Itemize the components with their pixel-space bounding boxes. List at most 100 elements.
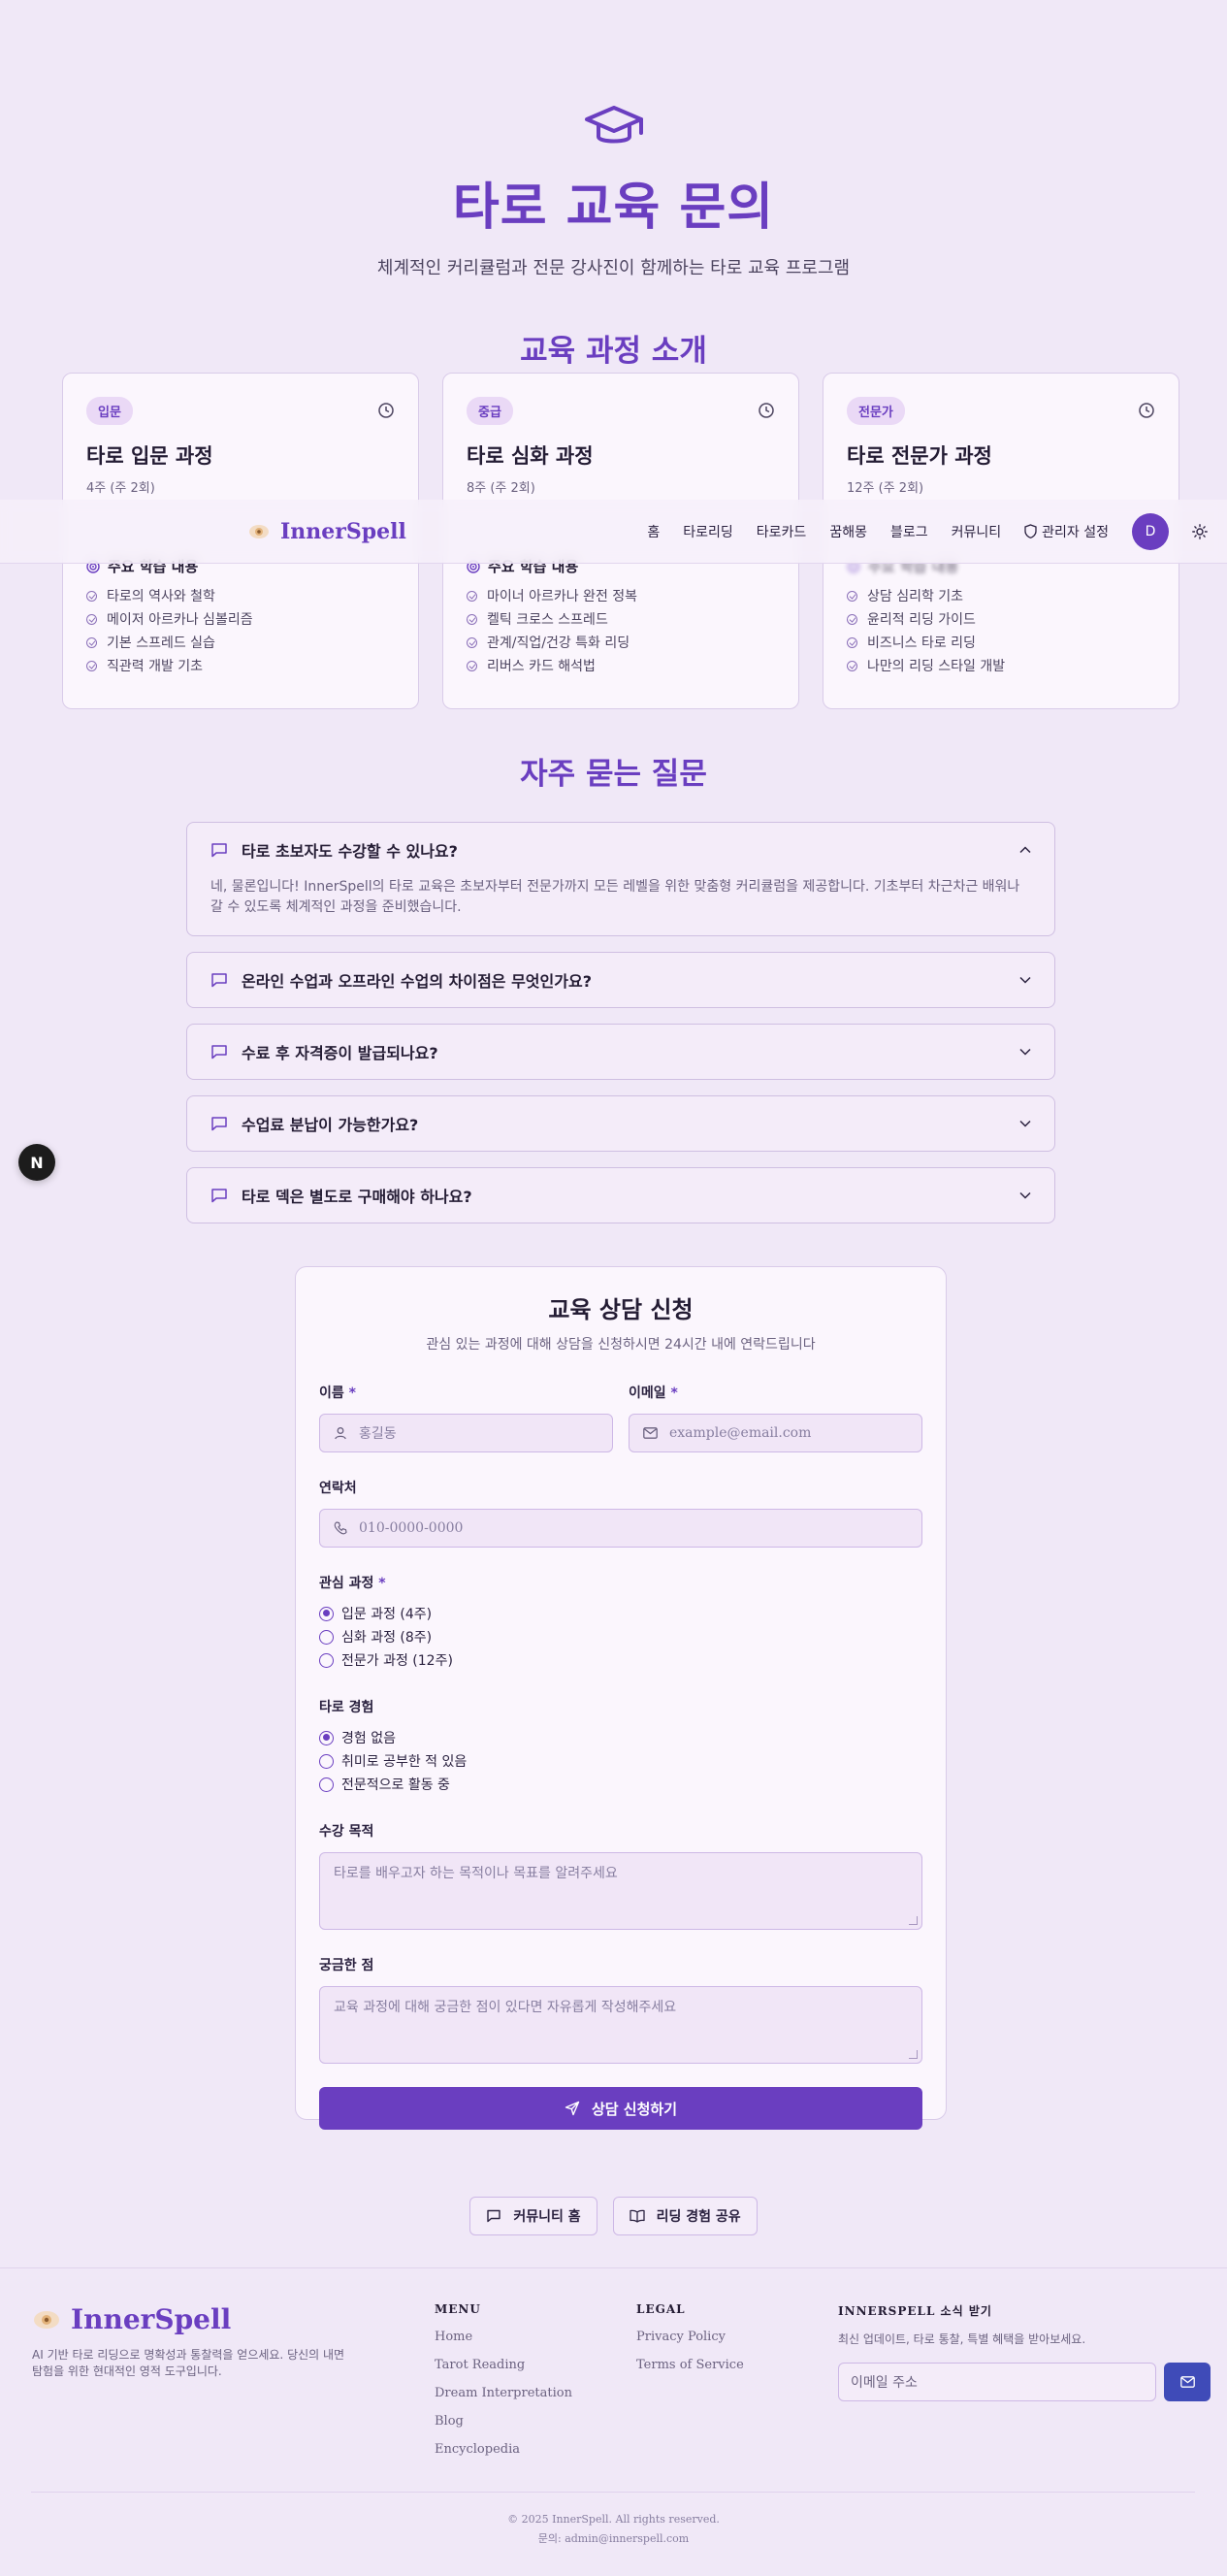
course-duration: 12주 (주 2회): [847, 481, 924, 496]
phone-input[interactable]: 010-0000-0000: [319, 1509, 922, 1548]
nextjs-dev-badge[interactable]: N: [18, 1144, 55, 1181]
purpose-textarea[interactable]: 타로를 배우고자 하는 목적이나 목표를 알려주세요: [319, 1852, 922, 1930]
sun-eye-logo-icon: [34, 2310, 59, 2329]
footer-logo[interactable]: InnerSpell: [32, 2303, 352, 2335]
faq-question[interactable]: 타로 덱은 별도로 구매해야 하나요?: [210, 1168, 1031, 1223]
exp-radio-hobby[interactable]: 취미로 공부한 적 있음: [319, 1749, 922, 1773]
footer-link-home[interactable]: Home: [435, 2330, 572, 2344]
footer-link-tarot[interactable]: Tarot Reading: [435, 2358, 572, 2372]
shield-icon: [1024, 524, 1037, 538]
course-level-badge: 중급: [467, 397, 513, 425]
mail-icon: [643, 1427, 658, 1439]
footer-contact[interactable]: 문의: admin@innerspell.com: [0, 2529, 1227, 2549]
radio-selected-icon: [319, 1606, 334, 1621]
footer-newsletter: INNERSPELL 소식 받기 최신 업데이트, 타로 통찰, 특별 혜택을 …: [838, 2302, 1211, 2401]
faq-item: 온라인 수업과 오프라인 수업의 차이점은 무엇인가요?: [186, 952, 1055, 1008]
newsletter-submit-button[interactable]: [1164, 2363, 1211, 2401]
faq-answer: 네, 물론입니다! InnerSpell의 타로 교육은 초보자부터 전문가까지…: [210, 879, 1020, 915]
name-email-row: 이름 * 홍길동 이메일 * example@email.com: [319, 1383, 922, 1452]
message-square-icon: [211, 973, 227, 988]
faq-question[interactable]: 수료 후 자격증이 발급되나요?: [210, 1025, 1031, 1079]
question-label: 궁금한 점: [319, 1958, 374, 1973]
exp-radio-pro[interactable]: 전문적으로 활동 중: [319, 1773, 922, 1796]
share-reading-button[interactable]: 리딩 경험 공유: [612, 2197, 758, 2235]
sun-theme-toggle-icon[interactable]: [1192, 523, 1208, 539]
nav-admin-label: 관리자 설정: [1042, 524, 1109, 540]
purpose-label: 수강 목적: [319, 1824, 374, 1840]
course-radio-group: 입문 과정 (4주) 심화 과정 (8주) 전문가 과정 (12주): [319, 1602, 922, 1672]
footer-legal: LEGAL Privacy Policy Terms of Service: [636, 2302, 744, 2372]
faq-question[interactable]: 온라인 수업과 오프라인 수업의 차이점은 무엇인가요?: [210, 953, 1031, 1007]
clock-icon: [1139, 403, 1154, 418]
bottom-actions: 커뮤니티 홈 리딩 경험 공유: [0, 2197, 1227, 2235]
phone-icon: [334, 1521, 347, 1535]
list-item: 상담 심리학 기초: [847, 584, 1155, 607]
nav-link-home[interactable]: 홈: [647, 522, 660, 541]
footer-link-privacy[interactable]: Privacy Policy: [636, 2330, 744, 2344]
footer-tagline: AI 기반 타로 리딩으로 명확성과 통찰력을 얻으세요. 당신의 내면 탐험을…: [32, 2348, 345, 2378]
experience-radio-group: 경험 없음 취미로 공부한 적 있음 전문적으로 활동 중: [319, 1726, 922, 1796]
course-title: 타로 전문가 과정: [847, 444, 992, 468]
chevron-down-icon: [1019, 1191, 1031, 1199]
faq-question[interactable]: 타로 초보자도 수강할 수 있나요?: [210, 823, 1031, 877]
question-field-group: 궁금한 점 교육 과정에 대해 궁금한 점이 있다면 자유롭게 작성해주세요: [319, 1955, 922, 2064]
faq-item: 타로 초보자도 수강할 수 있나요? 네, 물론입니다! InnerSpell의…: [186, 822, 1055, 936]
page-subtitle: 체계적인 커리큘럼과 전문 강사진이 함께하는 타로 교육 프로그램: [376, 258, 851, 278]
learn-list: 타로의 역사와 철학 메이저 아르카나 심볼리즘 기본 스프레드 실습 직관력 …: [86, 584, 395, 677]
learn-list: 마이너 아르카나 완전 정복 켈틱 크로스 스프레드 관계/직업/건강 특화 리…: [467, 584, 775, 677]
footer-brand-name: InnerSpell: [71, 2303, 232, 2335]
list-item: 비즈니스 타로 리딩: [847, 631, 1155, 654]
footer-brand: InnerSpell AI 기반 타로 리딩으로 명확성과 통찰력을 얻으세요.…: [32, 2303, 352, 2380]
experience-label: 타로 경험: [319, 1700, 374, 1715]
email-label: 이메일 *: [629, 1386, 678, 1401]
nav-link-blog[interactable]: 블로그: [890, 522, 928, 541]
footer-link-encyclopedia[interactable]: Encyclopedia: [435, 2442, 572, 2457]
course-choice-group: 관심 과정 * 입문 과정 (4주) 심화 과정 (8주) 전문가 과정 (12…: [319, 1573, 922, 1672]
course-duration: 8주 (주 2회): [467, 481, 535, 496]
faq-question[interactable]: 수업료 분납이 가능한가요?: [210, 1096, 1031, 1151]
open-book-icon: [629, 2209, 645, 2223]
community-home-button[interactable]: 커뮤니티 홈: [469, 2197, 597, 2235]
footer-link-terms[interactable]: Terms of Service: [636, 2358, 744, 2372]
nav-links: 홈 타로리딩 타로카드 꿈해몽 블로그 커뮤니티 관리자 설정 D: [647, 512, 1208, 550]
check-circle-icon: [847, 636, 857, 648]
course-radio-beginner[interactable]: 입문 과정 (4주): [319, 1602, 922, 1625]
newsletter-title: INNERSPELL 소식 받기: [838, 2304, 992, 2318]
email-input[interactable]: example@email.com: [629, 1414, 922, 1452]
user-icon: [335, 1427, 346, 1440]
course-level-badge: 입문: [86, 397, 133, 425]
phone-field-group: 연락처 010-0000-0000: [319, 1478, 922, 1548]
course-title: 타로 입문 과정: [86, 444, 213, 468]
footer-link-dream[interactable]: Dream Interpretation: [435, 2386, 572, 2400]
check-circle-icon: [86, 636, 97, 648]
name-label: 이름 *: [319, 1386, 356, 1401]
name-input[interactable]: 홍길동: [319, 1414, 613, 1452]
message-square-icon: [211, 843, 227, 858]
submit-button[interactable]: 상담 신청하기: [319, 2087, 922, 2130]
course-radio-expert[interactable]: 전문가 과정 (12주): [319, 1648, 922, 1672]
user-avatar[interactable]: D: [1132, 512, 1169, 550]
page-title: 타로 교육 문의: [452, 179, 775, 237]
question-textarea[interactable]: 교육 과정에 대해 궁금한 점이 있다면 자유롭게 작성해주세요: [319, 1986, 922, 2064]
nav-link-community[interactable]: 커뮤니티: [952, 522, 1002, 541]
chevron-down-icon: [1019, 976, 1031, 984]
newsletter-email-input[interactable]: 이메일 주소: [838, 2363, 1156, 2401]
radio-icon: [319, 1753, 334, 1769]
learn-list: 상담 심리학 기초 윤리적 리딩 가이드 비즈니스 타로 리딩 나만의 리딩 스…: [847, 584, 1155, 677]
nav-link-tarot-reading[interactable]: 타로리딩: [683, 522, 733, 541]
list-item: 윤리적 리딩 가이드: [847, 607, 1155, 631]
nav-logo[interactable]: InnerSpell: [247, 519, 406, 544]
faq-item: 수업료 분납이 가능한가요?: [186, 1095, 1055, 1152]
course-radio-intermediate[interactable]: 심화 과정 (8주): [319, 1625, 922, 1648]
faq-question-text: 온라인 수업과 오프라인 수업의 차이점은 무엇인가요?: [242, 972, 592, 991]
footer-link-blog[interactable]: Blog: [435, 2414, 572, 2429]
nav-link-tarot-cards[interactable]: 타로카드: [757, 522, 807, 541]
footer-divider: [31, 2492, 1195, 2493]
graduation-cap-icon: [584, 106, 643, 144]
exp-radio-none[interactable]: 경험 없음: [319, 1726, 922, 1749]
check-circle-icon: [847, 613, 857, 625]
nav-link-dream[interactable]: 꿈해몽: [829, 522, 867, 541]
name-field-group: 이름 * 홍길동: [319, 1383, 613, 1452]
nav-admin-settings[interactable]: 관리자 설정: [1024, 522, 1109, 541]
message-square-icon: [211, 1045, 227, 1060]
